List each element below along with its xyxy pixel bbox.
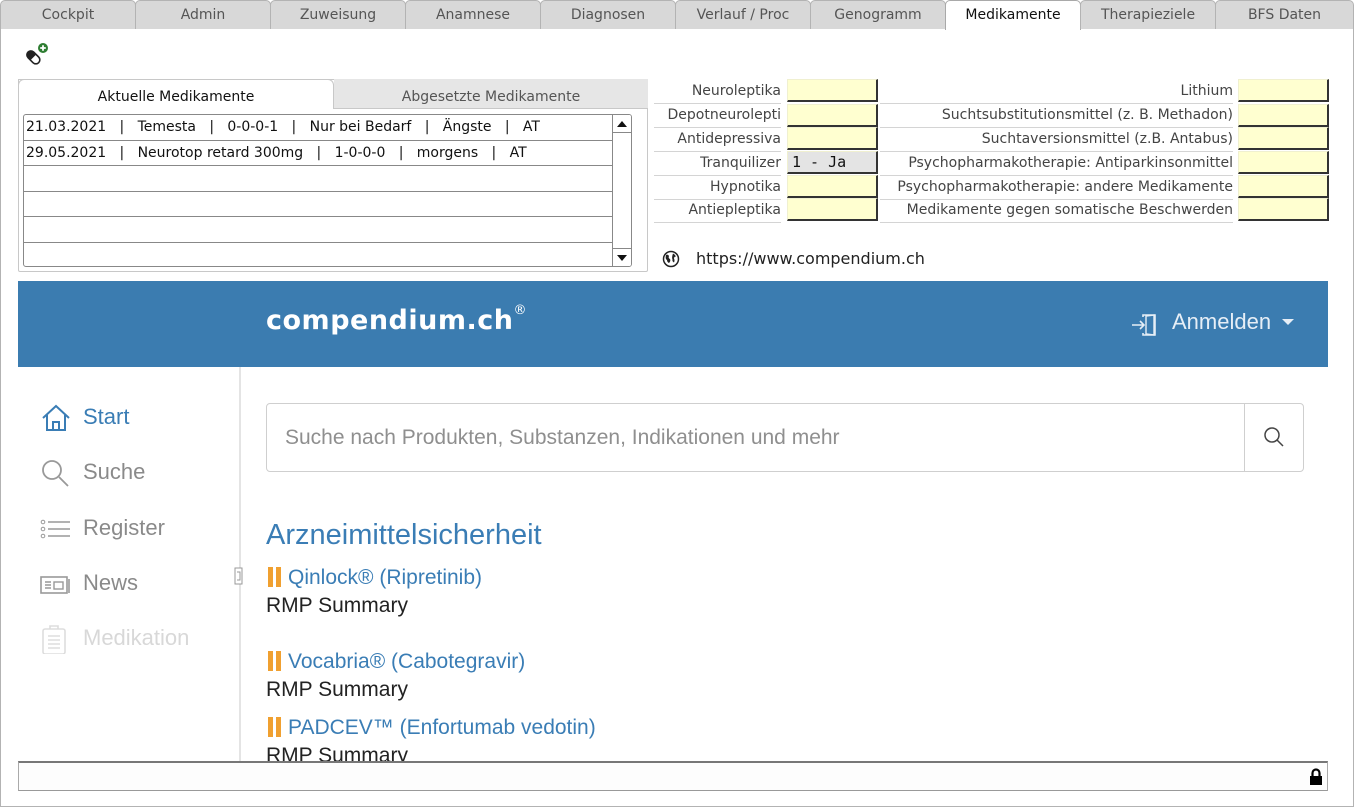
search-icon bbox=[1264, 427, 1284, 447]
medication-row[interactable] bbox=[24, 243, 612, 267]
tab-cockpit[interactable]: Cockpit bbox=[0, 0, 136, 29]
news-item-subtitle: RMP Summary bbox=[266, 594, 408, 617]
category-field-antiepileptika[interactable] bbox=[787, 198, 878, 221]
main-tab-bar: Cockpit Admin Zuweisung Anamnese Diagnos… bbox=[0, 0, 1354, 30]
news-item-link[interactable]: Vocabria® (Cabotegravir) bbox=[266, 648, 525, 674]
nav-label: News bbox=[83, 570, 139, 595]
tab-diagnosen[interactable]: Diagnosen bbox=[540, 0, 676, 29]
category-field-antidepressiva[interactable] bbox=[787, 127, 878, 150]
compendium-logo[interactable]: compendium.ch® bbox=[266, 303, 527, 336]
search-input[interactable] bbox=[267, 404, 1244, 471]
search-icon bbox=[42, 460, 69, 487]
news-title: PADCEV™ (Enfortumab vedotin) bbox=[288, 716, 596, 739]
tab-admin[interactable]: Admin bbox=[135, 0, 271, 29]
list-icon bbox=[40, 519, 70, 539]
category-field-lithium[interactable] bbox=[1238, 79, 1329, 102]
category-label-hypnotika: Hypnotika bbox=[654, 176, 781, 200]
logo-registered-mark: ® bbox=[513, 303, 527, 318]
scroll-down-button[interactable] bbox=[613, 248, 631, 266]
news-marker-icon bbox=[266, 567, 288, 587]
login-label: Anmelden bbox=[1172, 309, 1272, 334]
arrow-up-icon bbox=[617, 121, 627, 127]
category-field-suchtaversion[interactable] bbox=[1238, 127, 1329, 150]
category-label-neuroleptika: Neuroleptika bbox=[654, 80, 781, 104]
scroll-up-button[interactable] bbox=[613, 115, 631, 133]
category-label-suchtaversion: Suchtaversionsmittel (z.B. Antabus) bbox=[880, 128, 1233, 152]
category-field-andere-medikamente[interactable] bbox=[1238, 175, 1329, 198]
category-field-tranquilizer[interactable]: 1 - Ja bbox=[787, 151, 878, 174]
nav-label: Start bbox=[83, 404, 130, 429]
search-button[interactable] bbox=[1244, 404, 1303, 471]
category-label-somatische-beschwerden: Medikamente gegen somatische Beschwerden bbox=[880, 199, 1233, 223]
category-field-antiparkinson[interactable] bbox=[1238, 151, 1329, 174]
category-label-tranquilizer: Tranquilizer bbox=[654, 152, 781, 176]
category-field-suchtsubstitution[interactable] bbox=[1238, 104, 1329, 127]
logo-text: compendium.ch bbox=[266, 305, 514, 336]
medication-row[interactable] bbox=[24, 217, 612, 243]
section-title: Arzneimittelsicherheit bbox=[266, 519, 542, 551]
home-icon bbox=[42, 404, 70, 431]
tab-genogramm[interactable]: Genogramm bbox=[810, 0, 946, 29]
compendium-sidebar: Start Suche Register News Medikation bbox=[18, 367, 244, 761]
caret-down-icon bbox=[1282, 319, 1294, 325]
nav-label: Medikation bbox=[83, 625, 190, 650]
medication-row[interactable] bbox=[24, 166, 612, 192]
compendium-webview: compendium.ch® Anmelden Start Suche Regi… bbox=[18, 281, 1328, 761]
medication-row[interactable]: 29.05.2021 | Neurotop retard 300mg | 1-0… bbox=[24, 141, 612, 166]
category-label-antidepressiva: Antidepressiva bbox=[654, 128, 781, 152]
sidebar-collapse-handle-icon[interactable] bbox=[234, 567, 244, 585]
medication-list-scrollbar[interactable] bbox=[612, 115, 631, 266]
arrow-down-icon bbox=[617, 255, 627, 261]
category-label-antiepileptika: Antiepleptika bbox=[654, 199, 781, 223]
category-label-andere-medikamente: Psychopharmakotherapie: andere Medikamen… bbox=[880, 176, 1233, 200]
nav-label: Register bbox=[83, 515, 165, 540]
category-label-lithium: Lithium bbox=[880, 80, 1233, 104]
add-medication-button[interactable] bbox=[24, 42, 50, 68]
category-label-antiparkinson: Psychopharmakotherapie: Antiparkinsonmit… bbox=[880, 152, 1233, 176]
subtab-current-medications[interactable]: Aktuelle Medikamente bbox=[18, 79, 334, 109]
compendium-header: compendium.ch® Anmelden bbox=[18, 281, 1328, 367]
news-title: Qinlock® (Ripretinib) bbox=[288, 566, 483, 589]
pill-add-icon bbox=[26, 43, 48, 65]
lock-icon[interactable] bbox=[1309, 768, 1323, 786]
search-box bbox=[266, 403, 1304, 472]
tab-bfs-daten[interactable]: BFS Daten bbox=[1215, 0, 1354, 29]
medication-row[interactable] bbox=[24, 192, 612, 217]
news-marker-icon bbox=[266, 651, 288, 671]
tab-medikamente[interactable]: Medikamente bbox=[945, 0, 1081, 30]
category-field-hypnotika[interactable] bbox=[787, 175, 878, 198]
globe-icon[interactable] bbox=[662, 250, 680, 268]
subtab-discontinued-medications[interactable]: Abgesetzte Medikamente bbox=[334, 79, 648, 109]
login-door-icon bbox=[1132, 314, 1156, 336]
tab-therapieziele[interactable]: Therapieziele bbox=[1080, 0, 1216, 29]
url-link[interactable]: https://www.compendium.ch bbox=[696, 248, 925, 270]
status-bar bbox=[18, 761, 1328, 791]
category-field-depotneuroleptika[interactable] bbox=[787, 104, 878, 127]
tab-zuweisung[interactable]: Zuweisung bbox=[270, 0, 406, 29]
news-item-subtitle: RMP Summary bbox=[266, 744, 408, 761]
tab-verlauf[interactable]: Verlauf / Proc bbox=[675, 0, 811, 29]
news-item-subtitle: RMP Summary bbox=[266, 678, 408, 701]
category-field-somatische-beschwerden[interactable] bbox=[1238, 198, 1329, 221]
category-label-depotneuroleptika: Depotneurolepti bbox=[654, 104, 781, 128]
newspaper-icon bbox=[40, 576, 70, 594]
clipboard-icon bbox=[42, 625, 66, 654]
news-item-link[interactable]: Qinlock® (Ripretinib) bbox=[266, 564, 482, 590]
tab-anamnese[interactable]: Anamnese bbox=[405, 0, 541, 29]
news-marker-icon bbox=[266, 717, 288, 737]
news-item-link[interactable]: PADCEV™ (Enfortumab vedotin) bbox=[266, 714, 596, 740]
category-label-suchtsubstitution: Suchtsubstitutionsmittel (z. B. Methadon… bbox=[880, 104, 1233, 128]
nav-label: Suche bbox=[83, 459, 146, 484]
medication-row[interactable]: 21.03.2021 | Temesta | 0-0-0-1 | Nur bei… bbox=[24, 115, 612, 141]
news-title: Vocabria® (Cabotegravir) bbox=[288, 650, 526, 673]
medication-list: 21.03.2021 | Temesta | 0-0-0-1 | Nur bei… bbox=[23, 114, 632, 267]
category-field-neuroleptika[interactable] bbox=[787, 79, 878, 102]
